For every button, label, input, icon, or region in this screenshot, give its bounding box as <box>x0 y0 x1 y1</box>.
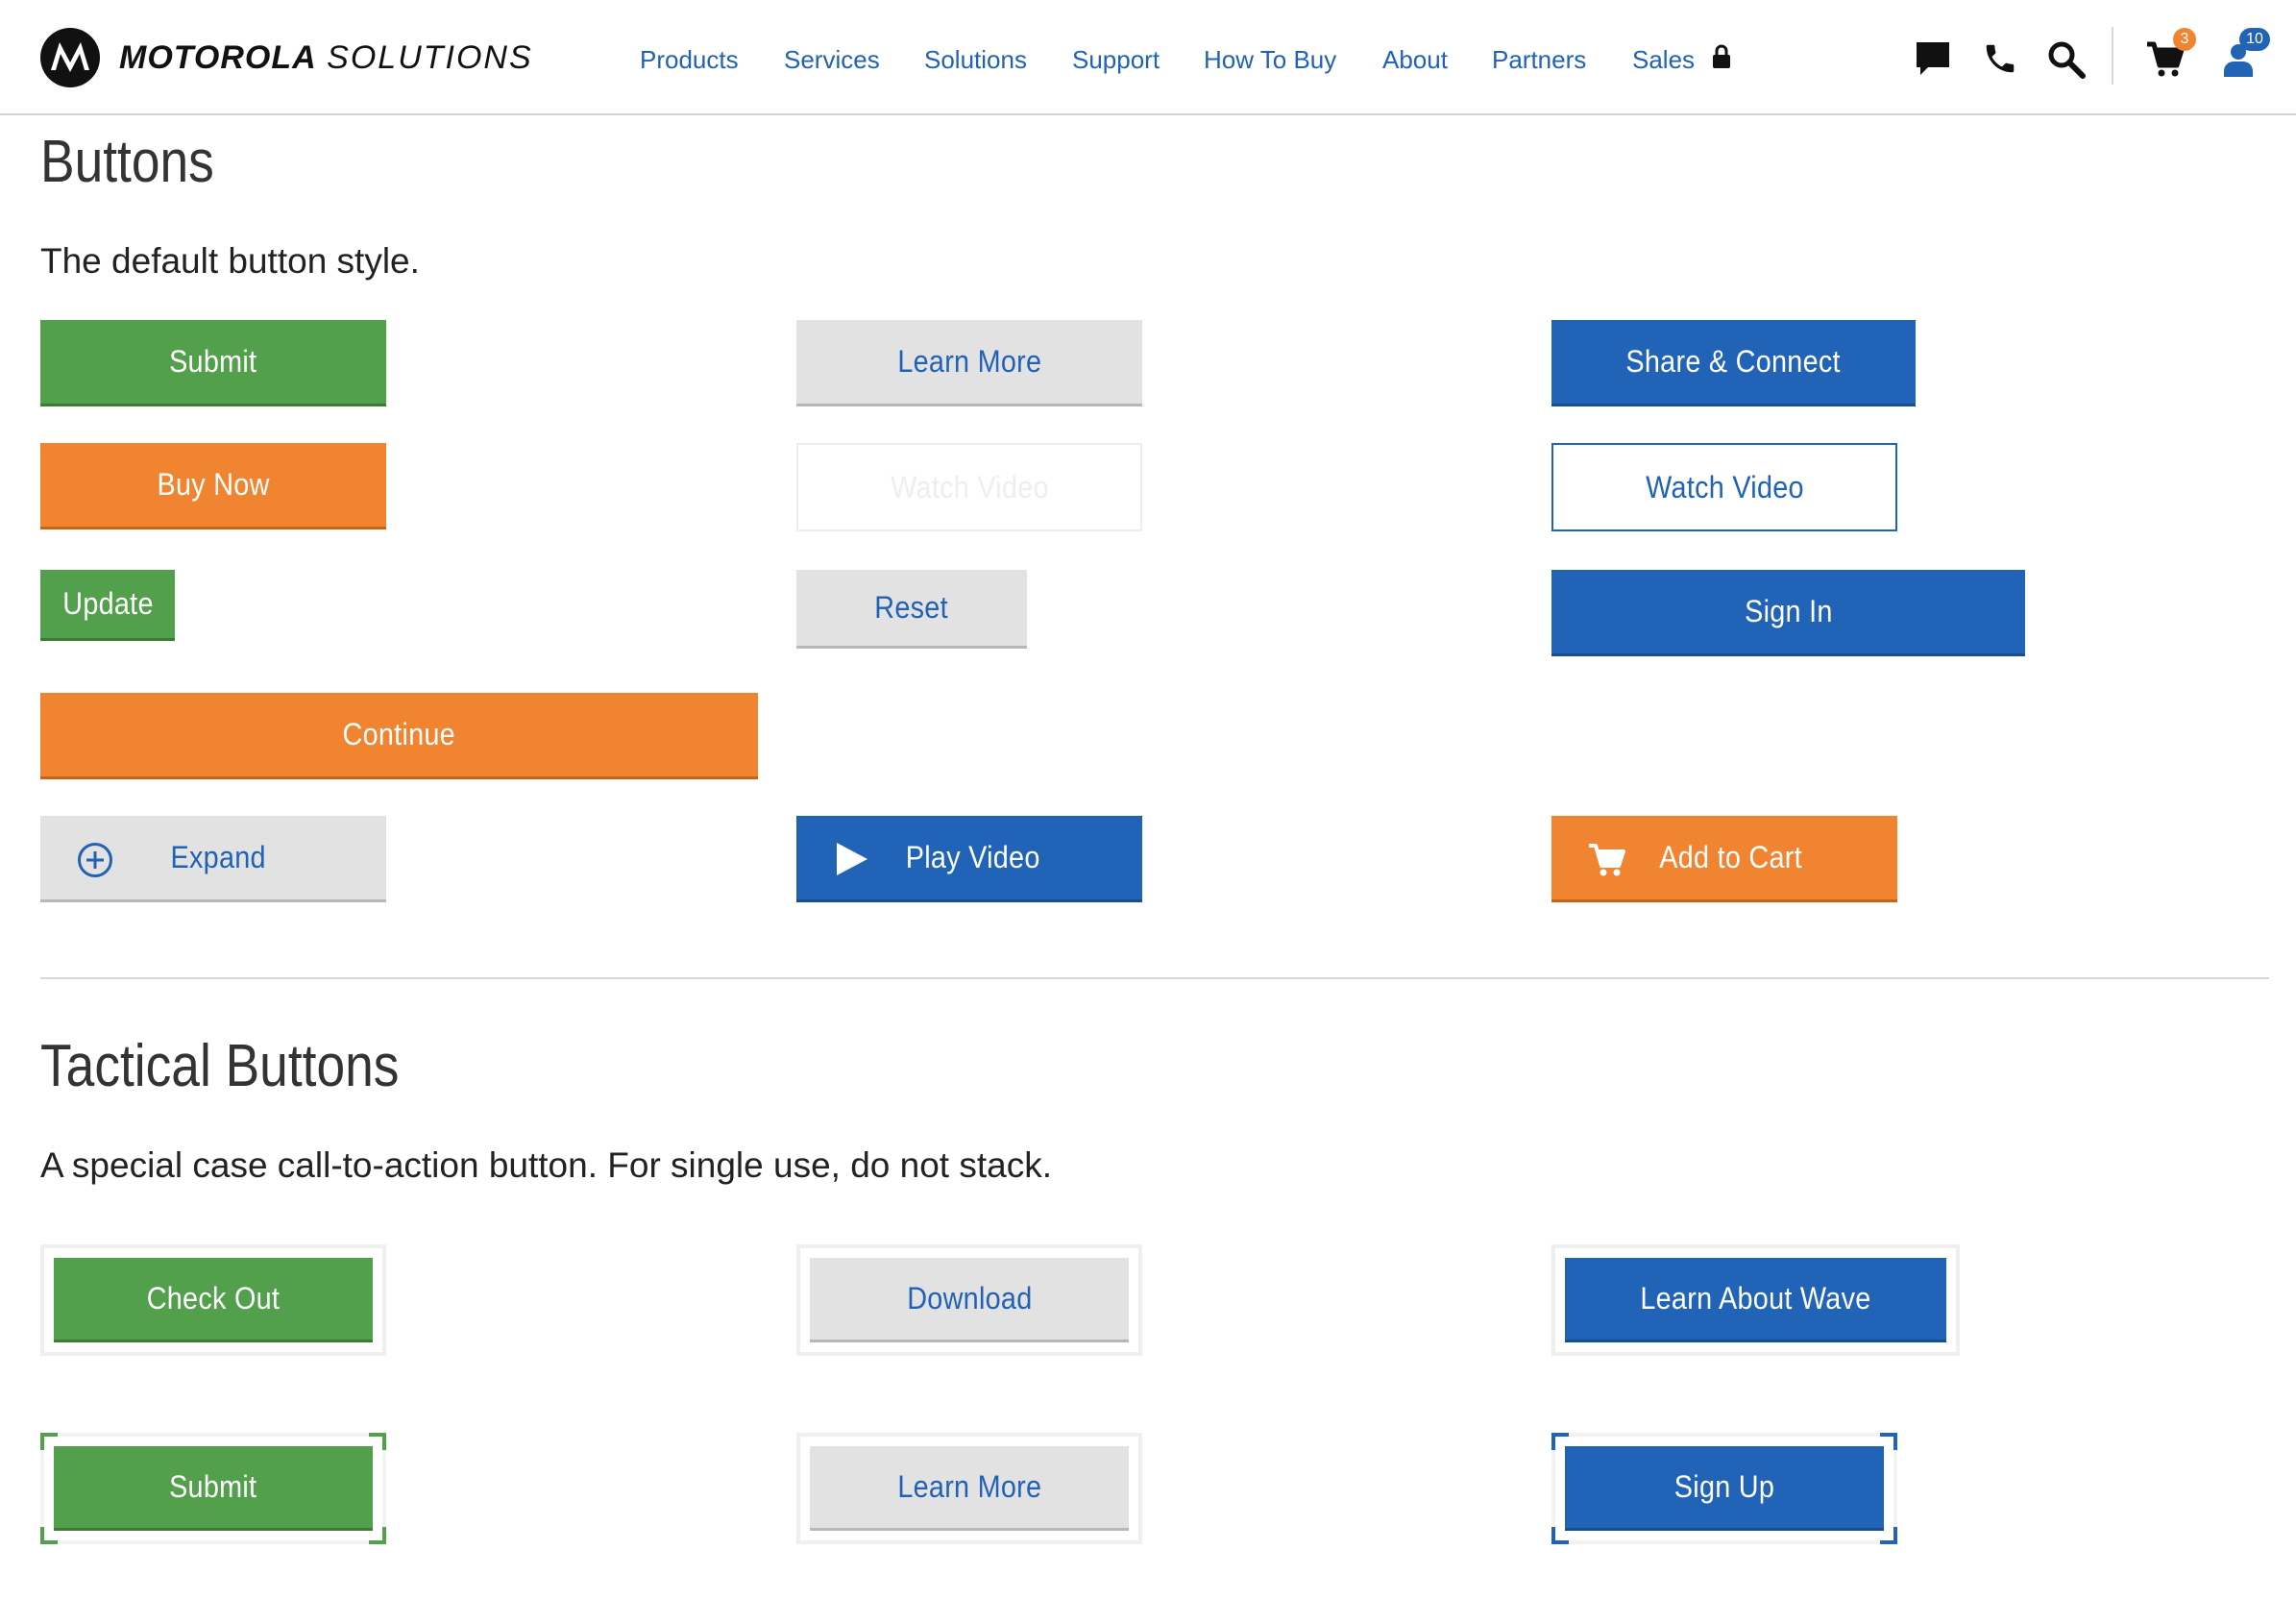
nav-item-partners[interactable]: Partners <box>1492 44 1586 75</box>
check-out-button[interactable]: Check Out <box>54 1258 373 1342</box>
nav-item-about[interactable]: About <box>1382 44 1448 75</box>
check-out-button-label: Check Out <box>146 1281 281 1316</box>
brand-name-suffix: SOLUTIONS <box>327 39 533 76</box>
account-count-badge: 10 <box>2239 28 2270 51</box>
learn-more-button-label: Learn More <box>897 344 1041 379</box>
buy-now-button-label: Buy Now <box>157 467 270 502</box>
sign-up-button[interactable]: Sign Up <box>1565 1446 1884 1531</box>
sign-in-button[interactable]: Sign In <box>1551 570 2025 656</box>
cart-icon <box>1589 844 1625 876</box>
header-separator <box>2112 27 2113 85</box>
tactical-buttons-description: A special case call-to-action button. Fo… <box>40 1145 1053 1185</box>
section-divider <box>40 977 2269 979</box>
learn-more-tactical-button-label: Learn More <box>897 1469 1041 1504</box>
phone-icon[interactable] <box>1982 40 2018 77</box>
submit-tactical-button[interactable]: Submit <box>54 1446 373 1531</box>
learn-about-wave-button[interactable]: Learn About Wave <box>1565 1258 1946 1342</box>
lock-icon <box>1713 44 1730 68</box>
add-to-cart-button[interactable]: Add to Cart <box>1551 816 1897 902</box>
expand-button[interactable]: Expand <box>40 816 386 902</box>
update-button-label: Update <box>61 586 154 621</box>
reset-button-label: Reset <box>874 590 949 625</box>
continue-button-label: Continue <box>342 717 456 751</box>
watch-video-disabled-button-label: Watch Video <box>890 469 1049 504</box>
submit-button[interactable]: Submit <box>40 320 386 406</box>
download-button[interactable]: Download <box>810 1258 1129 1342</box>
buttons-description: The default button style. <box>40 241 420 281</box>
sign-up-button-label: Sign Up <box>1673 1469 1775 1504</box>
chat-bubble-icon[interactable] <box>1915 40 1951 77</box>
watch-video-disabled-button[interactable]: Watch Video <box>796 443 1142 531</box>
share-connect-button[interactable]: Share & Connect <box>1551 320 1916 406</box>
submit-tactical-button-label: Submit <box>169 1469 257 1504</box>
watch-video-button-label: Watch Video <box>1645 469 1804 504</box>
nav-item-solutions[interactable]: Solutions <box>924 44 1027 75</box>
play-video-button[interactable]: Play Video <box>796 816 1142 902</box>
buy-now-button[interactable]: Buy Now <box>40 443 386 529</box>
brand-wordmark[interactable]: MOTOROLA SOLUTIONS <box>119 38 533 77</box>
expand-button-label: Expand <box>170 840 266 874</box>
search-icon[interactable] <box>2047 40 2086 79</box>
download-button-label: Download <box>906 1281 1033 1316</box>
nav-item-support[interactable]: Support <box>1072 44 1160 75</box>
nav-item-sales[interactable]: Sales <box>1632 44 1695 75</box>
share-connect-button-label: Share & Connect <box>1625 344 1842 379</box>
learn-about-wave-button-label: Learn About Wave <box>1640 1281 1871 1316</box>
buttons-heading: Buttons <box>40 129 214 195</box>
motorola-logo-icon[interactable] <box>40 28 100 87</box>
tactical-buttons-heading: Tactical Buttons <box>40 1033 400 1099</box>
submit-button-label: Submit <box>169 344 257 379</box>
nav-item-how-to-buy[interactable]: How To Buy <box>1204 44 1336 75</box>
play-video-button-label: Play Video <box>905 840 1040 874</box>
continue-button[interactable]: Continue <box>40 693 758 779</box>
watch-video-button[interactable]: Watch Video <box>1551 443 1897 531</box>
add-to-cart-button-label: Add to Cart <box>1659 840 1802 874</box>
nav-item-services[interactable]: Services <box>784 44 880 75</box>
nav-item-products[interactable]: Products <box>640 44 739 75</box>
learn-more-tactical-button[interactable]: Learn More <box>810 1446 1129 1531</box>
brand-name: MOTOROLA <box>119 39 317 76</box>
play-icon <box>837 843 867 875</box>
learn-more-button[interactable]: Learn More <box>796 320 1142 406</box>
site-header: MOTOROLA SOLUTIONS Products Services Sol… <box>0 0 2296 115</box>
cart-count-badge: 3 <box>2173 28 2196 51</box>
sign-in-button-label: Sign In <box>1744 594 1833 628</box>
reset-button[interactable]: Reset <box>796 570 1027 649</box>
update-button[interactable]: Update <box>40 570 175 641</box>
plus-circle-icon <box>78 843 112 877</box>
